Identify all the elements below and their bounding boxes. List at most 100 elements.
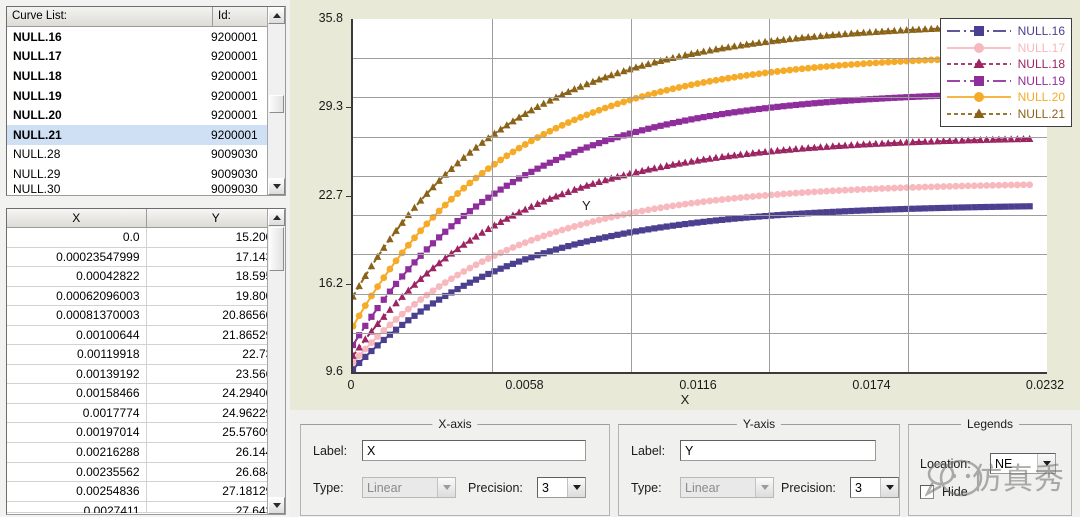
table-row[interactable]: 0.00197014 25.576099	[7, 423, 285, 444]
curve-list-item-id: 9009030	[211, 147, 258, 162]
xy-scroll-thumb[interactable]	[269, 227, 284, 271]
table-row[interactable]: 0.00235562 26.6849	[7, 462, 285, 483]
x-axis-group-title: X-axis	[432, 417, 478, 431]
x-label-caption: Label:	[313, 444, 348, 458]
chart-legend[interactable]: NULL.16 NULL.17 NULL.18 NULL.19 NULL.20 NULL.…	[939, 18, 1072, 127]
x-axis-type-value: Linear	[367, 480, 402, 495]
cell-x: 0.00158466	[7, 384, 147, 404]
curve-list-item[interactable]: NULL.19 9200001	[7, 86, 285, 106]
x-axis-title: X	[680, 392, 690, 407]
table-row[interactable]: 0.0017774 24.962299	[7, 403, 285, 424]
cell-x: 0.00139192	[7, 364, 147, 385]
cell-x: 0.00062096003	[7, 286, 147, 307]
table-row[interactable]: 0.00042822 18.5958	[7, 267, 285, 287]
table-row[interactable]: 0.00139192 23.5665	[7, 364, 285, 385]
legend-item[interactable]: NULL.17	[946, 40, 1065, 57]
curve-list-item-name: NULL.21	[13, 127, 62, 142]
scroll-down-button[interactable]	[268, 178, 285, 195]
x-axis-group: X-axis Label: X Type: Linear Precision: …	[300, 417, 610, 516]
xy-table-scrollbar[interactable]	[267, 209, 285, 514]
y-tick-mark	[346, 195, 352, 197]
curve-list-item[interactable]: NULL.29 9009030	[7, 164, 285, 184]
cell-y: 18.5958	[146, 267, 285, 287]
chevron-down-icon[interactable]	[880, 478, 898, 497]
curve-list-item-id: 9200001	[211, 49, 258, 64]
table-row[interactable]: 0.00254836 27.181299	[7, 482, 285, 502]
table-row[interactable]: 0.0 15.2006	[7, 228, 285, 248]
x-axis-precision-select[interactable]: 3	[537, 477, 586, 498]
legend-location-select[interactable]: NE	[990, 453, 1056, 474]
xy-scroll-up-button[interactable]	[268, 209, 285, 226]
chevron-down-icon[interactable]	[567, 478, 585, 497]
column-header-curve-list[interactable]: Curve List:	[7, 7, 213, 26]
curve-list-item[interactable]: NULL.21 9200001	[7, 124, 285, 145]
table-row[interactable]: 0.00023547999 17.1434	[7, 247, 285, 268]
legend-label: NULL.21	[1017, 106, 1065, 121]
cell-y: 20.865601	[146, 306, 285, 326]
x-axis-type-select[interactable]: Linear	[362, 477, 456, 498]
y-tick-label: 35.8	[318, 11, 343, 25]
y-axis-group: Y-axis Label: Y Type: Linear Precision: …	[618, 417, 900, 516]
legend-item[interactable]: NULL.21	[946, 106, 1065, 123]
curve-list-item[interactable]: NULL.17 9200001	[7, 47, 285, 67]
y-tick-label: 29.3	[318, 99, 343, 114]
cell-y: 27.181299	[146, 482, 285, 502]
curve-list-item[interactable]: NULL.30 9009030	[7, 184, 285, 194]
legend-item[interactable]: NULL.19	[946, 73, 1065, 90]
xy-table-rows: 0.0 15.2006 0.00023547999 17.1434 0.00042822…	[7, 228, 285, 513]
legend-item[interactable]: NULL.18	[946, 56, 1065, 73]
table-row[interactable]: 0.00100644 21.865299	[7, 325, 285, 346]
curve-list-item[interactable]: NULL.18 9200001	[7, 66, 285, 86]
curve-list-box[interactable]: Curve List: Id: NULL.16 9200001 NULL.17 920…	[6, 6, 286, 196]
chevron-down-icon[interactable]	[1037, 454, 1055, 473]
y-tick-mark	[346, 107, 352, 109]
curve-list-scrollbar[interactable]	[267, 7, 285, 195]
cell-x: 0.00235562	[7, 462, 147, 483]
xy-data-table[interactable]: X Y 0.0 15.2006 0.00023547999 17.1434 0.0004…	[6, 208, 286, 515]
table-row[interactable]: 0.0027411 27.6436	[7, 501, 285, 513]
table-row[interactable]: 0.00081370003 20.865601	[7, 306, 285, 326]
scroll-thumb[interactable]	[269, 95, 284, 113]
cell-y: 26.6849	[146, 463, 285, 483]
y-axis-precision-select[interactable]: 3	[850, 477, 899, 498]
table-row[interactable]: 0.00216288 26.1443	[7, 443, 285, 463]
arrow-up-icon	[272, 13, 281, 18]
cell-y: 17.1434	[146, 248, 285, 268]
cell-y: 22.733	[146, 345, 285, 365]
legends-group: Legends Location: NE Hide	[908, 417, 1072, 516]
table-row[interactable]: 0.00158466 24.294001	[7, 384, 285, 404]
y-axis-group-title: Y-axis	[736, 417, 782, 431]
curve-list-item-name: NULL.16	[13, 29, 62, 44]
legend-item[interactable]: NULL.20	[946, 89, 1065, 106]
curve-list-item[interactable]: NULL.20 9200001	[7, 105, 285, 125]
gridline-horizontal	[353, 176, 1047, 177]
column-header-y[interactable]: Y	[146, 209, 285, 228]
legend-item[interactable]: NULL.16	[946, 23, 1065, 40]
gridline-horizontal	[353, 333, 1047, 334]
chevron-down-icon[interactable]	[437, 478, 455, 497]
cell-x: 0.00254836	[7, 482, 147, 502]
table-row[interactable]: 0.00062096003 19.8008	[7, 286, 285, 307]
xy-scroll-down-button[interactable]	[268, 497, 285, 514]
x-axis-label-input[interactable]: X	[362, 440, 586, 461]
legend-hide-label: Hide	[942, 485, 968, 499]
column-header-x[interactable]: X	[7, 209, 147, 228]
cell-y: 21.865299	[146, 326, 285, 346]
arrow-up-icon	[272, 215, 281, 220]
curve-list-item[interactable]: NULL.28 9009030	[7, 145, 285, 165]
y-precision-caption: Precision:	[781, 481, 836, 495]
legend-location-caption: Location:	[920, 457, 971, 471]
y-axis-type-select[interactable]: Linear	[680, 477, 774, 498]
curve-list-item[interactable]: NULL.16 9200001	[7, 27, 285, 47]
scroll-up-button[interactable]	[268, 7, 285, 24]
y-axis-label-input[interactable]: Y	[680, 440, 876, 461]
gridline-horizontal	[353, 215, 1047, 216]
cell-x: 0.00100644	[7, 325, 147, 346]
x-tick-label: 0	[347, 378, 355, 392]
table-row[interactable]: 0.00119918 22.733	[7, 345, 285, 365]
chevron-down-icon[interactable]	[755, 478, 773, 497]
legend-hide-checkbox[interactable]	[920, 485, 934, 499]
cell-x: 0.00081370003	[7, 306, 147, 326]
y-tick-label: 16.2	[318, 275, 343, 290]
curve-list-item-name: NULL.19	[13, 88, 62, 103]
